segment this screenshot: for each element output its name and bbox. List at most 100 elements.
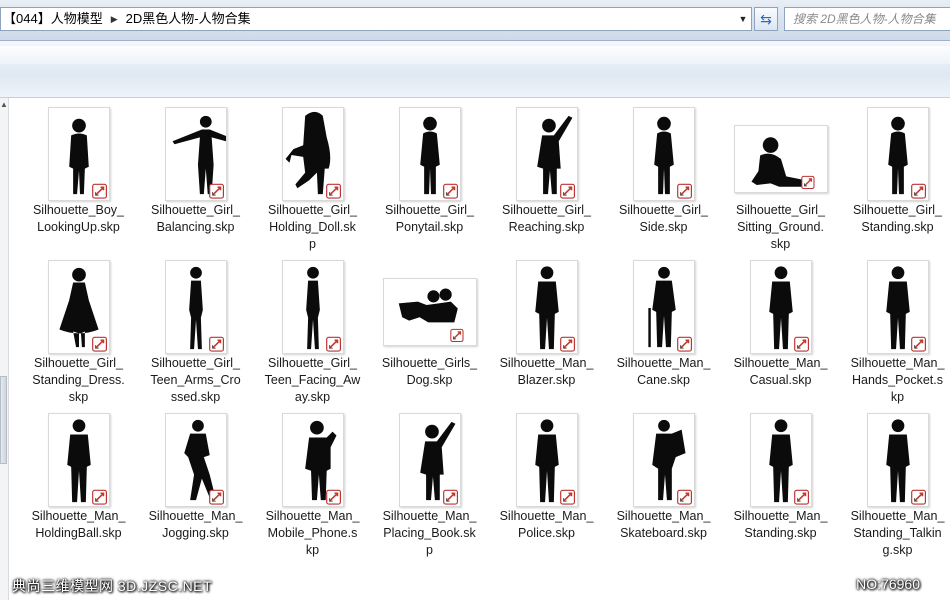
silhouette-image xyxy=(887,116,926,199)
file-name-line: Teen_Facing_Aw xyxy=(264,373,361,387)
file-name[interactable]: Silhouette_Girl_ Teen_Facing_Aw ay.skp xyxy=(254,355,371,406)
navigation-pane-splitter[interactable]: ▲ xyxy=(0,98,9,600)
file-name[interactable]: Silhouette_Man_ Cane.skp xyxy=(605,355,722,389)
file-item[interactable]: Silhouette_Man_ HoldingBall.skp xyxy=(20,406,137,556)
file-name-line: p xyxy=(309,237,316,251)
file-item[interactable]: Silhouette_Girl_ Teen_Facing_Aw ay.skp xyxy=(254,253,371,406)
sketchup-file-icon xyxy=(325,336,341,352)
file-item[interactable]: Silhouette_Man_ Standing.skp xyxy=(722,406,839,556)
file-name-line: Standing_Dress. xyxy=(32,373,125,387)
file-thumbnail[interactable] xyxy=(632,260,695,354)
file-name[interactable]: Silhouette_Girl_ Reaching.skp xyxy=(488,202,605,236)
scrollbar-thumb[interactable] xyxy=(0,376,7,464)
file-item[interactable]: Silhouette_Man_ Skateboard.skp xyxy=(605,406,722,556)
file-item[interactable]: Silhouette_Man_ Mobile_Phone.s kp xyxy=(254,406,371,559)
chevron-down-icon[interactable]: ▼ xyxy=(735,8,751,30)
file-thumbnail[interactable] xyxy=(164,260,227,354)
file-thumbnail[interactable] xyxy=(281,260,344,354)
breadcrumb-separator-icon[interactable]: ▶ xyxy=(105,8,124,30)
file-item[interactable]: Silhouette_Girl_ Standing.skp xyxy=(839,100,950,250)
file-name[interactable]: Silhouette_Man_ Jogging.skp xyxy=(137,508,254,542)
file-thumbnail[interactable] xyxy=(47,413,110,507)
silhouette-image xyxy=(285,111,341,199)
file-name[interactable]: Silhouette_Girls_ Dog.skp xyxy=(371,355,488,389)
file-thumbnail[interactable] xyxy=(382,278,477,346)
file-thumbnail[interactable] xyxy=(733,125,828,193)
file-item[interactable]: Silhouette_Man_ Blazer.skp xyxy=(488,253,605,403)
file-name[interactable]: Silhouette_Man_ Blazer.skp xyxy=(488,355,605,389)
file-name[interactable]: Silhouette_Girl_ Sitting_Ground. skp xyxy=(722,202,839,253)
file-name-line: kp xyxy=(305,543,320,557)
file-name[interactable]: Silhouette_Man_ HoldingBall.skp xyxy=(20,508,137,542)
file-item[interactable]: Silhouette_Man_ Cane.skp xyxy=(605,253,722,403)
file-thumbnail[interactable] xyxy=(866,107,929,201)
file-name[interactable]: Silhouette_Girl_ Standing_Dress. skp xyxy=(20,355,137,406)
file-item[interactable]: Silhouette_Man_ Placing_Book.sk p xyxy=(371,406,488,559)
file-item[interactable]: Silhouette_Man_ Jogging.skp xyxy=(137,406,254,556)
silhouette-image xyxy=(768,266,809,352)
search-input[interactable]: 搜索 2D黑色人物-人物合集 xyxy=(784,7,950,31)
scroll-up-icon[interactable]: ▲ xyxy=(0,100,8,109)
breadcrumb-item-current[interactable]: 2D黑色人物-人物合集 xyxy=(124,8,253,30)
silhouette-image xyxy=(398,288,464,343)
file-item[interactable]: Silhouette_Girl_ Holding_Doll.sk p xyxy=(254,100,371,253)
file-thumbnail[interactable] xyxy=(749,413,812,507)
file-name[interactable]: Silhouette_Man_ Standing.skp xyxy=(722,508,839,542)
file-name-line: Side.skp xyxy=(639,220,688,234)
file-name[interactable]: Silhouette_Girl_ Teen_Arms_Cro ssed.skp xyxy=(137,355,254,406)
file-item[interactable]: Silhouette_Girl_ Teen_Arms_Cro ssed.skp xyxy=(137,253,254,406)
sketchup-file-icon xyxy=(91,489,107,505)
file-name[interactable]: Silhouette_Girl_ Balancing.skp xyxy=(137,202,254,236)
file-thumbnail[interactable] xyxy=(749,260,812,354)
file-name[interactable]: Silhouette_Man_ Skateboard.skp xyxy=(605,508,722,542)
file-name-line: Holding_Doll.sk xyxy=(269,220,356,234)
file-item[interactable]: Silhouette_Girl_ Standing_Dress. skp xyxy=(20,253,137,406)
file-thumbnail[interactable] xyxy=(515,413,578,507)
file-thumbnail[interactable] xyxy=(515,107,578,201)
file-name[interactable]: Silhouette_Man_ Standing_Talkin g.skp xyxy=(839,508,950,559)
file-item[interactable]: Silhouette_Man_ Casual.skp xyxy=(722,253,839,403)
file-thumbnail[interactable] xyxy=(47,260,110,354)
refresh-button[interactable]: ⇆ xyxy=(754,7,778,31)
file-thumbnail[interactable] xyxy=(632,107,695,201)
file-item[interactable]: Silhouette_Girl_ Balancing.skp xyxy=(137,100,254,250)
file-thumbnail[interactable] xyxy=(515,260,578,354)
file-name-line: LookingUp.skp xyxy=(37,220,120,234)
file-name[interactable]: Silhouette_Boy_ LookingUp.skp xyxy=(20,202,137,236)
file-thumbnail[interactable] xyxy=(164,413,227,507)
file-thumbnail[interactable] xyxy=(47,107,110,201)
file-name[interactable]: Silhouette_Man_ Hands_Pocket.s kp xyxy=(839,355,950,406)
file-name[interactable]: Silhouette_Man_ Placing_Book.sk p xyxy=(371,508,488,559)
file-thumbnail[interactable] xyxy=(632,413,695,507)
breadcrumb-item-parent[interactable]: 【044】人物模型 xyxy=(1,8,105,30)
file-name[interactable]: Silhouette_Man_ Police.skp xyxy=(488,508,605,542)
file-name[interactable]: Silhouette_Girl_ Holding_Doll.sk p xyxy=(254,202,371,253)
file-item[interactable]: Silhouette_Boy_ LookingUp.skp xyxy=(20,100,137,250)
file-item[interactable]: Silhouette_Girls_ Dog.skp xyxy=(371,253,488,403)
file-item[interactable]: Silhouette_Man_ Standing_Talkin g.skp xyxy=(839,406,950,559)
file-name[interactable]: Silhouette_Man_ Mobile_Phone.s kp xyxy=(254,508,371,559)
file-item[interactable]: Silhouette_Girl_ Ponytail.skp xyxy=(371,100,488,250)
file-item[interactable]: Silhouette_Man_ Police.skp xyxy=(488,406,605,556)
file-thumbnail[interactable] xyxy=(866,413,929,507)
sketchup-file-icon xyxy=(325,183,341,199)
breadcrumb[interactable]: 【044】人物模型 ▶ 2D黑色人物-人物合集 ▼ xyxy=(0,7,752,31)
file-thumbnail[interactable] xyxy=(866,260,929,354)
file-thumbnail[interactable] xyxy=(164,107,227,201)
file-thumbnail[interactable] xyxy=(281,107,344,201)
silhouette-image xyxy=(885,419,926,505)
file-item[interactable]: Silhouette_Girl_ Side.skp xyxy=(605,100,722,250)
file-item[interactable]: Silhouette_Girl_ Reaching.skp xyxy=(488,100,605,250)
file-thumbnail[interactable] xyxy=(398,107,461,201)
file-item[interactable]: Silhouette_Man_ Hands_Pocket.s kp xyxy=(839,253,950,406)
file-item[interactable]: Silhouette_Girl_ Sitting_Ground. skp xyxy=(722,100,839,253)
file-name[interactable]: Silhouette_Man_ Casual.skp xyxy=(722,355,839,389)
file-name[interactable]: Silhouette_Girl_ Ponytail.skp xyxy=(371,202,488,236)
sketchup-file-icon xyxy=(800,175,815,190)
file-name[interactable]: Silhouette_Girl_ Standing.skp xyxy=(839,202,950,236)
file-name[interactable]: Silhouette_Girl_ Side.skp xyxy=(605,202,722,236)
file-thumbnail[interactable] xyxy=(398,413,461,507)
file-name-line: Standing.skp xyxy=(744,526,817,540)
silhouette-image xyxy=(305,266,341,352)
file-thumbnail[interactable] xyxy=(281,413,344,507)
